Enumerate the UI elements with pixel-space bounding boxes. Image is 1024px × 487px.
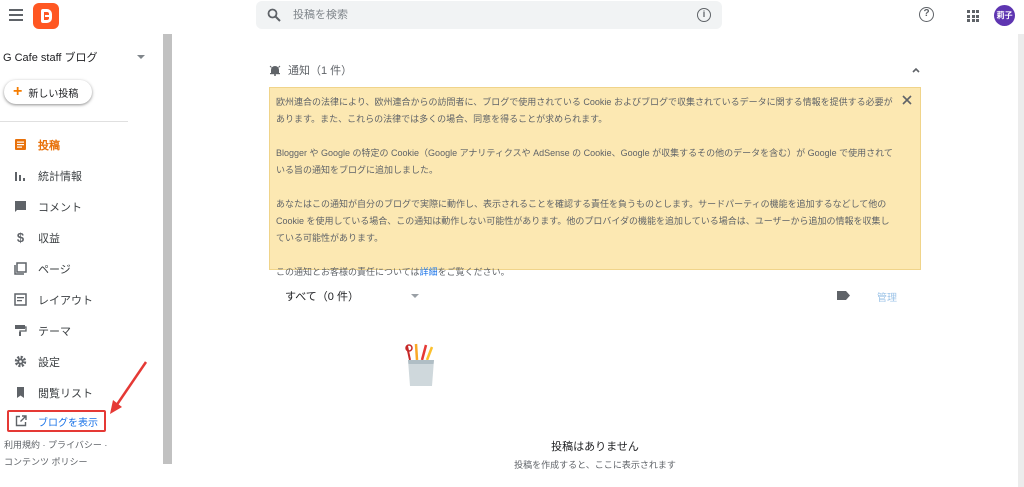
gear-icon (14, 355, 27, 368)
filter-dropdown[interactable]: すべて（0 件） (285, 288, 359, 304)
terms-link[interactable]: 利用規約 (4, 440, 40, 450)
sidebar-item-theme[interactable]: テーマ (0, 315, 160, 346)
top-bar: i ? 莉子 (0, 0, 1024, 34)
footer-links: 利用規約 · プライバシー · コンテンツ ポリシー (4, 437, 134, 471)
sidebar-item-earnings[interactable]: $ 収益 (0, 222, 160, 253)
blog-selector[interactable]: G Cafe staff ブログ (3, 48, 148, 66)
notice-header: 通知（1 件） (269, 61, 924, 79)
layout-icon (14, 293, 27, 306)
posts-icon (14, 138, 27, 151)
pencil-cup-icon (405, 343, 434, 386)
main-content: 通知（1 件） 欧州連合の法律により、欧州連合からの訪問者に、ブログで使用されて… (172, 34, 1018, 487)
notice-body: 欧州連合の法律により、欧州連合からの訪問者に、ブログで使用されている Cooki… (276, 94, 896, 298)
new-post-label: 新しい投稿 (28, 88, 79, 100)
view-blog-label: ブログを表示 (38, 417, 98, 429)
notice-text: この通知とお客様の責任については (276, 267, 420, 277)
chevron-up-icon[interactable] (910, 64, 922, 76)
empty-state-subtitle: 投稿を作成すると、ここに表示されます (514, 460, 676, 470)
content-policy-link[interactable]: コンテンツ ポリシー (4, 457, 88, 467)
sidebar-item-stats[interactable]: 統計情報 (0, 160, 160, 191)
sidebar-item-label: ページ (38, 263, 71, 276)
details-link[interactable]: 詳細 (420, 267, 438, 277)
notice-text: をご覧ください。 (437, 267, 510, 277)
footer-separator: · (101, 440, 108, 450)
sidebar-item-label: 統計情報 (38, 170, 82, 183)
blogger-logo[interactable] (33, 3, 59, 29)
chevron-down-icon[interactable] (411, 294, 419, 298)
search-icon[interactable] (267, 8, 281, 22)
new-post-button[interactable]: + 新しい投稿 (4, 80, 92, 104)
label-icon[interactable] (837, 291, 850, 300)
open-in-new-icon (15, 415, 27, 427)
info-icon[interactable]: i (697, 8, 711, 22)
stats-icon (14, 169, 27, 182)
sidebar-scrollbar[interactable] (163, 34, 172, 464)
avatar[interactable]: 莉子 (994, 5, 1015, 26)
apps-grid-icon[interactable] (967, 10, 979, 22)
search-input[interactable] (293, 9, 673, 21)
sidebar-item-pages[interactable]: ページ (0, 253, 160, 284)
sidebar: G Cafe staff ブログ + 新しい投稿 投稿 統計情報 コメント $ (0, 34, 163, 487)
blog-name: G Cafe staff ブログ (3, 52, 98, 64)
pages-icon (14, 262, 27, 275)
sidebar-item-comments[interactable]: コメント (0, 191, 160, 222)
view-blog-link[interactable]: ブログを表示 (7, 410, 106, 432)
notice-paragraph: この通知とお客様の責任については詳細をご覧ください。 (276, 264, 896, 281)
bookmark-icon (14, 386, 27, 399)
notice-title: 通知（1 件） (288, 65, 353, 77)
bell-icon (269, 65, 281, 76)
comment-icon (14, 200, 27, 213)
sidebar-item-label: 投稿 (38, 139, 60, 152)
notice-paragraph: あなたはこの通知が自分のブログで実際に動作し、表示されることを確認する責任を負う… (276, 199, 890, 243)
sidebar-item-label: コメント (38, 201, 82, 214)
empty-state-title: 投稿はありません (551, 441, 639, 453)
sidebar-divider (0, 121, 128, 122)
help-icon[interactable]: ? (919, 7, 934, 22)
close-icon[interactable] (901, 94, 913, 106)
sidebar-item-posts[interactable]: 投稿 (0, 129, 160, 160)
search-bar: i (256, 1, 722, 29)
manage-button[interactable]: 管理 (877, 289, 897, 304)
menu-icon[interactable] (9, 9, 23, 21)
footer-separator: · (40, 440, 49, 450)
sidebar-item-layout[interactable]: レイアウト (0, 284, 160, 315)
cookie-notice: 欧州連合の法律により、欧州連合からの訪問者に、ブログで使用されている Cooki… (269, 87, 921, 277)
right-edge-scrollbar[interactable] (1018, 34, 1024, 487)
theme-roller-icon (14, 324, 27, 337)
sidebar-item-label: レイアウト (38, 294, 93, 307)
sidebar-item-label: 閲覧リスト (38, 387, 93, 400)
notice-paragraph: Blogger や Google の特定の Cookie（Google アナリテ… (276, 148, 893, 175)
posts-filter-row: すべて（0 件） 管理 (269, 286, 921, 306)
dollar-icon: $ (16, 230, 25, 245)
chevron-down-icon (137, 55, 145, 59)
sidebar-item-label: テーマ (38, 325, 71, 338)
annotation-arrow-icon (110, 361, 148, 414)
notice-paragraph: 欧州連合の法律により、欧州連合からの訪問者に、ブログで使用されている Cooki… (276, 97, 893, 124)
sidebar-item-label: 収益 (38, 232, 60, 245)
sidebar-item-label: 設定 (38, 356, 60, 369)
privacy-link[interactable]: プライバシー (48, 440, 102, 450)
plus-icon: + (13, 83, 23, 100)
